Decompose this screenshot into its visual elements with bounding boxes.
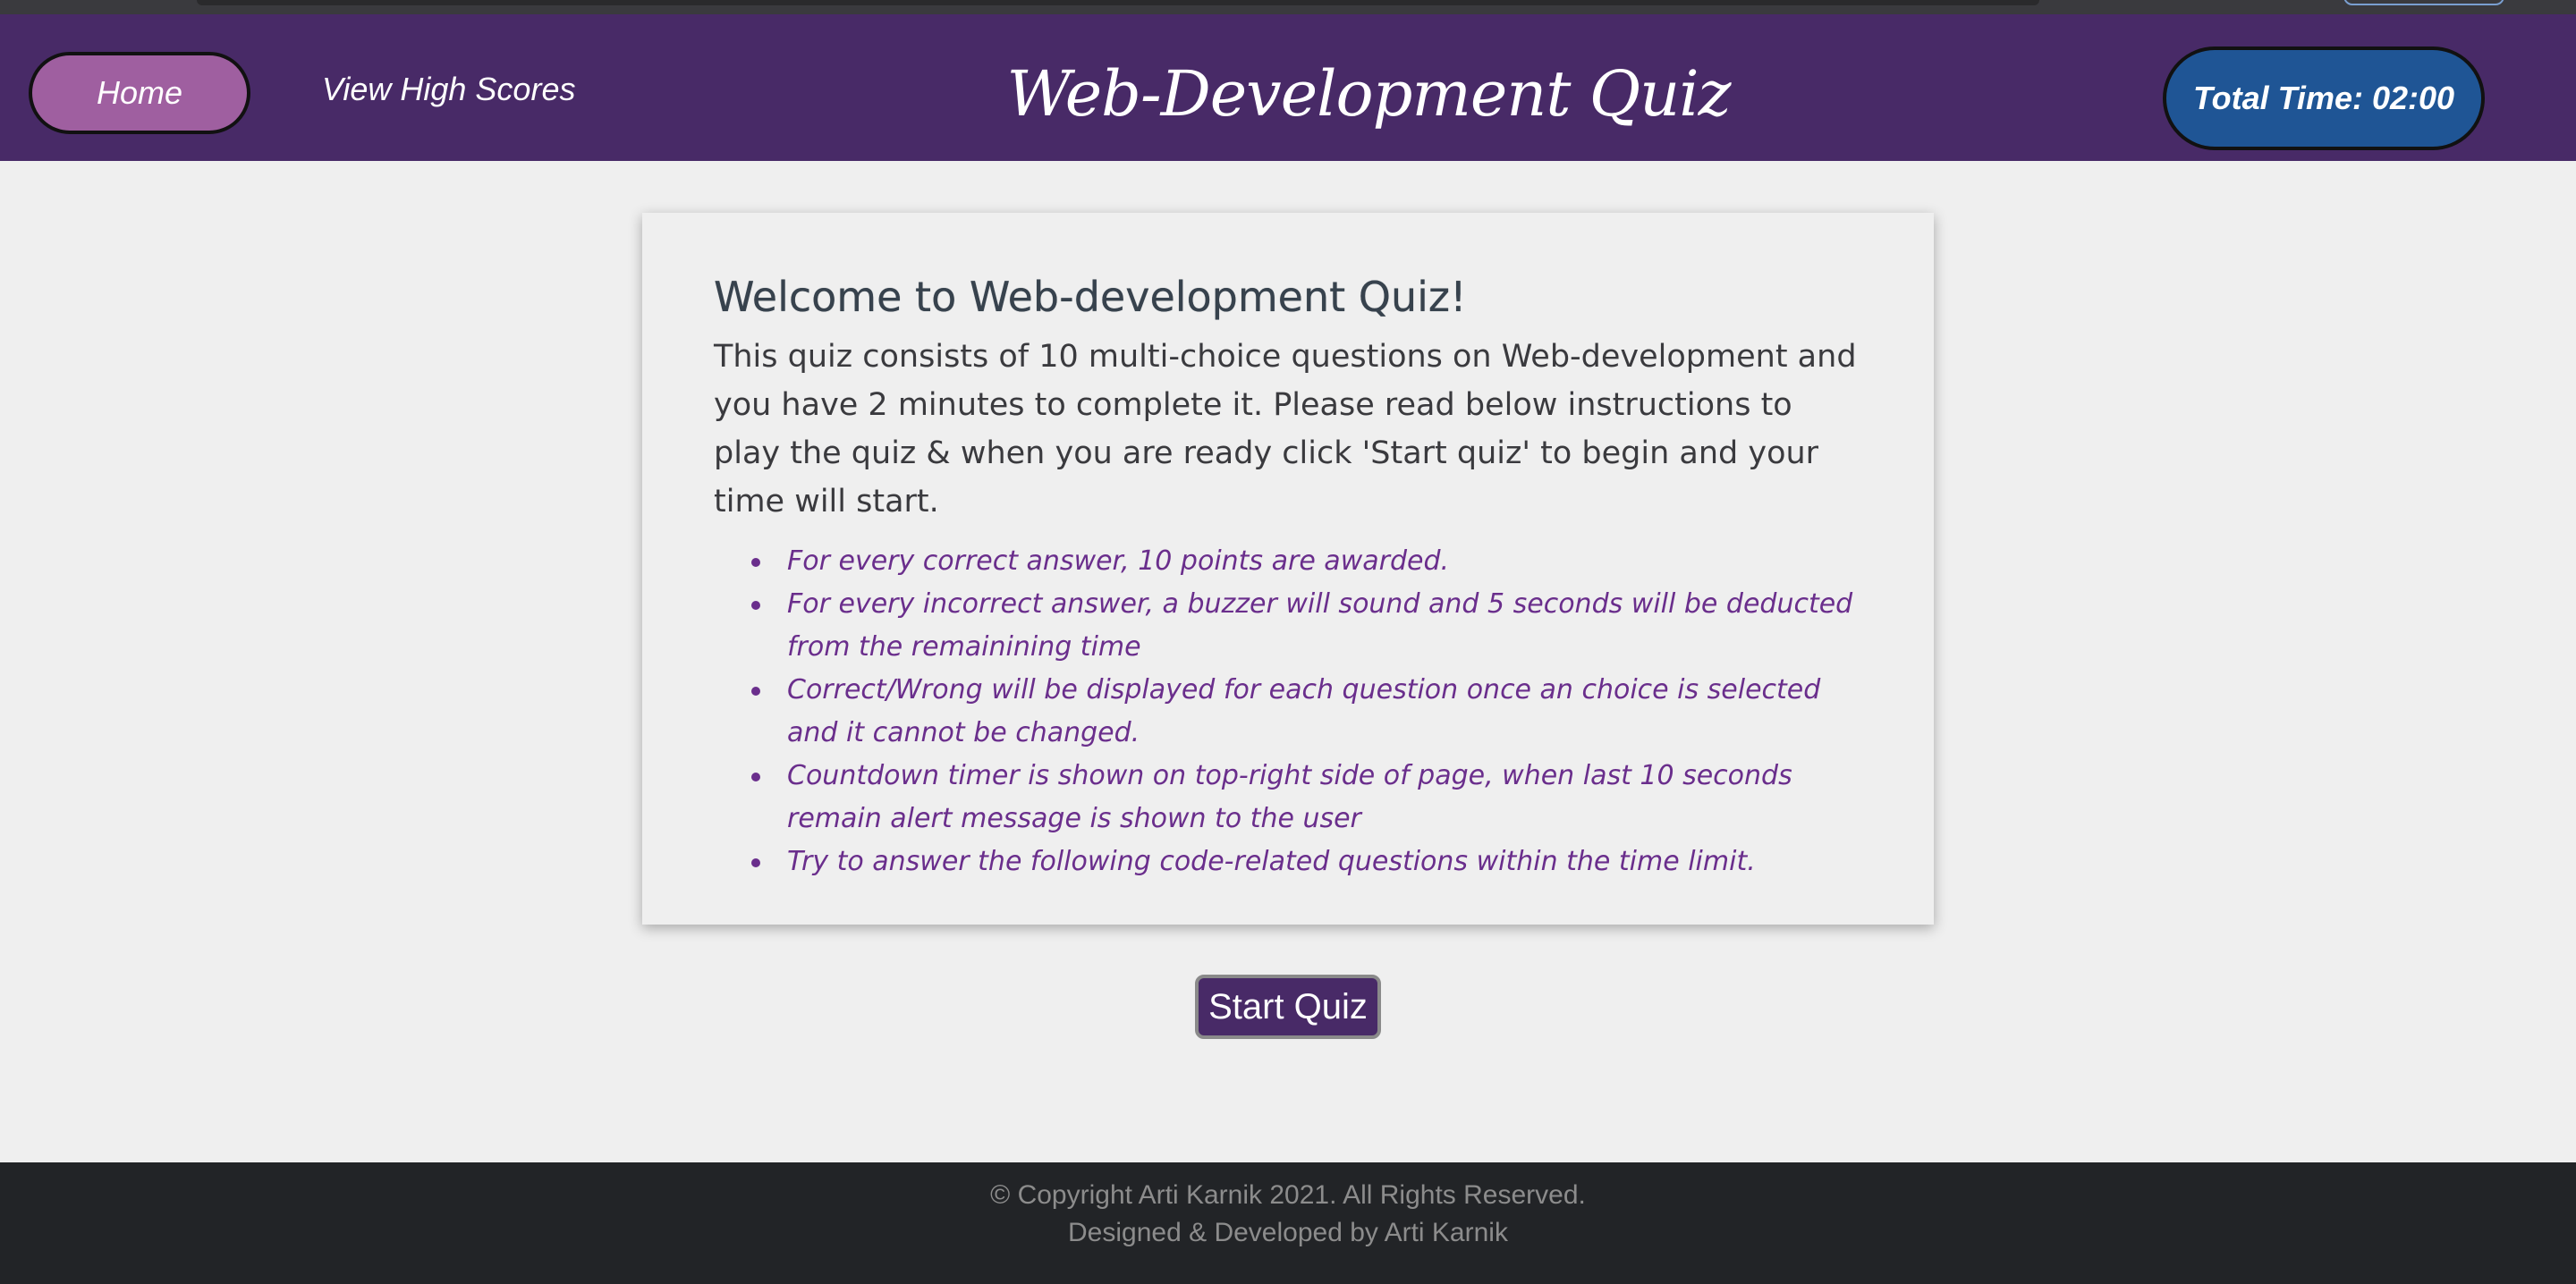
navbar: Home View High Scores Web-Development Qu…	[0, 14, 2576, 161]
home-button[interactable]: Home	[29, 52, 250, 134]
bullet-icon	[751, 858, 760, 867]
bullet-icon	[751, 687, 760, 696]
rule-item: For every correct answer, 10 points are …	[751, 540, 1862, 583]
bullet-icon	[751, 601, 760, 610]
rule-item: Countdown timer is shown on top-right si…	[751, 755, 1862, 841]
start-quiz-button[interactable]: Start Quiz	[1195, 975, 1381, 1039]
rule-item: For every incorrect answer, a buzzer wil…	[751, 583, 1862, 669]
browser-address-bar	[197, 0, 2039, 5]
copyright-text: © Copyright Arti Karnik 2021. All Rights…	[990, 1180, 1586, 1210]
bullet-icon	[751, 773, 760, 781]
rule-item: Correct/Wrong will be displayed for each…	[751, 669, 1862, 755]
view-high-scores-link[interactable]: View High Scores	[322, 68, 575, 111]
rule-item: Try to answer the following code-related…	[751, 841, 1862, 883]
quiz-intro-text: This quiz consists of 10 multi-choice qu…	[714, 339, 1857, 520]
welcome-heading: Welcome to Web-development Quiz!	[714, 273, 1467, 321]
credit-text: Designed & Developed by Arti Karnik	[1068, 1218, 1508, 1247]
rules-list: For every correct answer, 10 points are …	[714, 540, 1862, 883]
page-title: Web-Development Quiz	[1006, 57, 1732, 131]
footer: © Copyright Arti Karnik 2021. All Rights…	[0, 1162, 2576, 1284]
browser-top-strip	[0, 0, 2576, 14]
instructions-card: Welcome to Web-development Quiz! This qu…	[642, 213, 1934, 925]
browser-toolbar-button	[2343, 0, 2504, 5]
total-time-timer: Total Time: 02:00	[2163, 46, 2485, 150]
bullet-icon	[751, 558, 760, 567]
